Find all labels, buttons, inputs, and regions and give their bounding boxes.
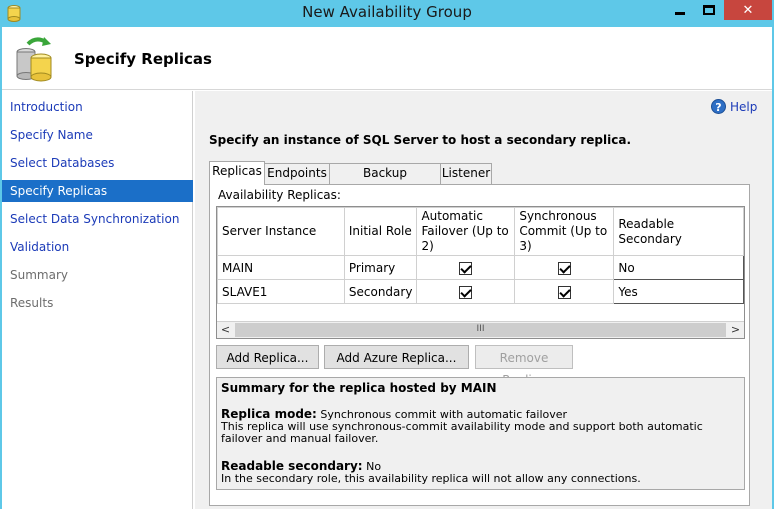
page-title: Specify Replicas	[74, 50, 212, 68]
title-bar[interactable]: New Availability Group ✕	[0, 0, 774, 27]
readable-secondary-label: Readable secondary:	[221, 459, 363, 473]
synchronous-commit-checkbox[interactable]	[557, 285, 571, 299]
automatic-failover-checkbox[interactable]	[459, 261, 473, 275]
scroll-left-arrow-icon[interactable]: <	[217, 322, 234, 338]
automatic-failover-cell	[416, 255, 516, 280]
readable-secondary-select[interactable]: No	[613, 255, 744, 280]
page-header: Specify Replicas	[2, 27, 772, 90]
server-instance-cell[interactable]: MAIN	[217, 255, 345, 280]
summary-title: Summary for the replica hosted by MAIN	[221, 381, 497, 395]
tab-replicas[interactable]: Replicas	[209, 161, 265, 185]
window-title: New Availability Group	[302, 3, 472, 21]
wizard-nav: Introduction Specify Name Select Databas…	[2, 91, 193, 509]
horizontal-scrollbar[interactable]: < III >	[217, 321, 744, 338]
availability-replicas-label: Availability Replicas:	[218, 188, 341, 202]
column-header[interactable]: Synchronous Commit (Up to 3)	[514, 207, 615, 256]
nav-item-introduction[interactable]: Introduction	[2, 96, 193, 118]
replicas-table: Server Instance Initial Role Automatic F…	[217, 207, 744, 304]
help-label: Help	[730, 99, 758, 114]
replica-summary-box: Summary for the replica hosted by MAIN R…	[216, 377, 745, 490]
nav-item-specify-replicas[interactable]: Specify Replicas	[2, 180, 193, 202]
readable-secondary-section: Readable secondary: No In the secondary …	[221, 459, 741, 485]
tab-backup-preferences[interactable]: Backup Preferences	[329, 163, 441, 199]
close-button[interactable]: ✕	[724, 0, 772, 20]
column-header[interactable]: Readable Secondary	[613, 207, 744, 256]
add-azure-replica-button[interactable]: Add Azure Replica...	[324, 345, 469, 369]
synchronous-commit-cell	[514, 279, 615, 304]
help-icon: ?	[711, 99, 726, 114]
add-replica-button[interactable]: Add Replica...	[216, 345, 319, 369]
table-header-row: Server Instance Initial Role Automatic F…	[217, 207, 744, 256]
scroll-right-arrow-icon[interactable]: >	[727, 322, 744, 338]
main-panel: ? Help Specify an instance of SQL Server…	[195, 91, 772, 509]
readable-secondary-select[interactable]: Yes	[613, 279, 744, 304]
replicas-tab-panel: Availability Replicas: Server Instance I…	[209, 184, 750, 506]
nav-item-summary: Summary	[10, 268, 68, 282]
dialog-content: Specify Replicas Introduction Specify Na…	[2, 27, 772, 509]
initial-role-cell[interactable]: Primary	[343, 255, 418, 280]
synchronous-commit-checkbox[interactable]	[557, 261, 571, 275]
tab-endpoints[interactable]: Endpoints	[264, 163, 330, 184]
nav-item-validation[interactable]: Validation	[2, 236, 193, 258]
nav-item-specify-name[interactable]: Specify Name	[2, 124, 193, 146]
column-header[interactable]: Initial Role	[343, 207, 418, 256]
table-row[interactable]: SLAVE1 Secondary Yes	[217, 279, 744, 304]
minimize-button[interactable]	[666, 0, 694, 20]
remove-replica-button[interactable]: Remove Replica	[475, 345, 573, 387]
minimize-icon	[675, 11, 685, 15]
tab-listener[interactable]: Listener	[440, 163, 492, 184]
automatic-failover-checkbox[interactable]	[459, 285, 473, 299]
replica-mode-section: Replica mode: Synchronous commit with au…	[221, 407, 741, 445]
replica-mode-description: This replica will use synchronous-commit…	[221, 420, 703, 445]
close-icon: ✕	[742, 2, 754, 18]
instruction-text: Specify an instance of SQL Server to hos…	[209, 133, 632, 147]
synchronous-commit-cell	[514, 255, 615, 280]
maximize-icon	[703, 5, 715, 15]
replicas-grid[interactable]: Server Instance Initial Role Automatic F…	[216, 206, 745, 339]
readable-secondary-description: In the secondary role, this availability…	[221, 472, 641, 485]
column-header[interactable]: Server Instance	[217, 207, 345, 256]
scroll-thumb[interactable]: III	[235, 323, 726, 337]
table-row[interactable]: MAIN Primary No	[217, 255, 744, 280]
column-header[interactable]: Automatic Failover (Up to 2)	[416, 207, 516, 256]
database-sync-icon	[14, 36, 56, 82]
server-instance-cell[interactable]: SLAVE1	[217, 279, 345, 304]
automatic-failover-cell	[416, 279, 516, 304]
maximize-button[interactable]	[695, 0, 723, 20]
initial-role-cell[interactable]: Secondary	[343, 279, 418, 304]
nav-item-select-databases[interactable]: Select Databases	[2, 152, 193, 174]
help-link[interactable]: ? Help	[711, 99, 757, 114]
nav-item-results: Results	[10, 296, 54, 310]
nav-item-select-data-synchronization[interactable]: Select Data Synchronization	[2, 208, 193, 230]
replica-mode-label: Replica mode:	[221, 407, 317, 421]
